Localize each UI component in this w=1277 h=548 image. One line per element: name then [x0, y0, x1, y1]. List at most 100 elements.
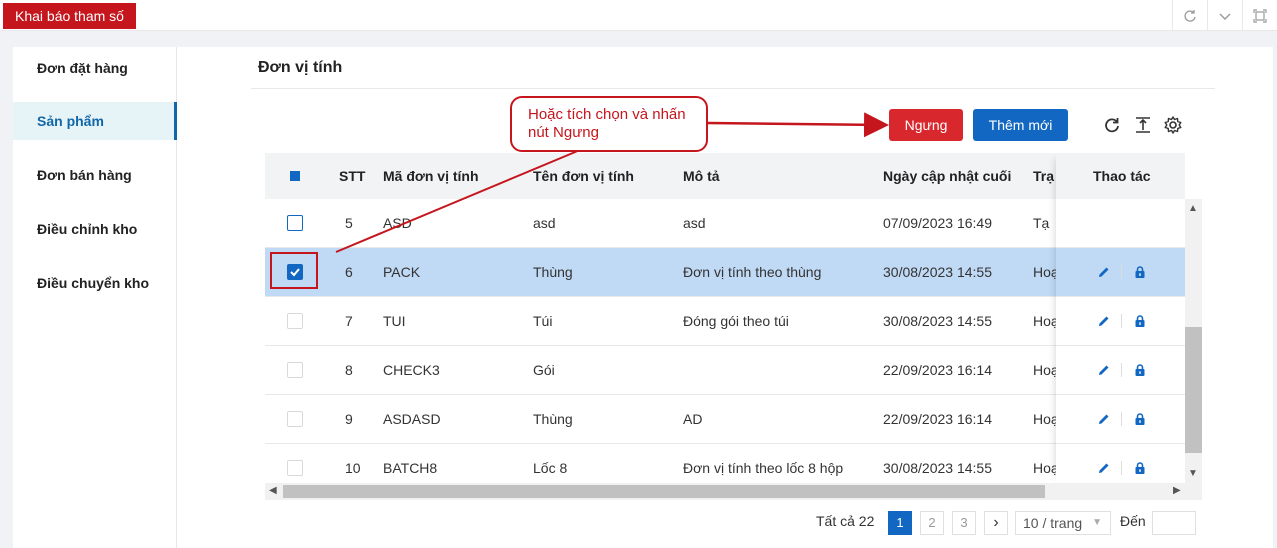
actions-column: Thao tác [1056, 153, 1184, 483]
lock-icon[interactable] [1133, 363, 1147, 377]
chevron-down-icon: ▼ [1092, 517, 1102, 528]
divider [1121, 412, 1122, 426]
lock-icon[interactable] [1133, 265, 1147, 279]
edit-icon[interactable] [1097, 461, 1111, 475]
next-page-icon[interactable]: › [984, 511, 1008, 535]
col-code: Mã đơn vị tính [383, 168, 479, 184]
cell-code: TUI [383, 313, 406, 329]
cell-status: Tạ [1033, 215, 1050, 231]
cell-code: PACK [383, 264, 421, 280]
main-panel: Đơn vị tính Ngưng Thêm mới STT Mã đơn vị… [177, 47, 1273, 548]
annotation-highlight-box [270, 252, 318, 289]
cell-status: Hoạ [1033, 362, 1059, 378]
sidebar-item-dieu-chuyen-kho[interactable]: Điều chuyển kho [13, 264, 177, 302]
cell-updated: 22/09/2023 16:14 [883, 362, 992, 378]
sidebar-item-don-dat-hang[interactable]: Đơn đặt hàng [13, 49, 177, 87]
table-row[interactable]: 8 CHECK3 Gói 22/09/2023 16:14 Hoạ [265, 346, 1185, 395]
scroll-down-icon[interactable]: ▼ [1188, 468, 1198, 479]
row-actions [1056, 248, 1184, 297]
divider [251, 88, 1215, 89]
page-2[interactable]: 2 [920, 511, 944, 535]
cell-stt: 9 [345, 411, 353, 427]
edit-icon[interactable] [1097, 314, 1111, 328]
reload-icon[interactable] [1172, 0, 1207, 31]
sidebar-item-don-ban-hang[interactable]: Đơn bán hàng [13, 156, 177, 194]
edit-icon[interactable] [1097, 363, 1111, 377]
column-height-icon[interactable] [1133, 115, 1153, 135]
horizontal-scroll-thumb[interactable] [283, 485, 1045, 498]
scroll-right-icon[interactable]: ▶ [1173, 485, 1181, 496]
cell-name: Túi [533, 313, 553, 329]
page-size-value: 10 / trang [1023, 515, 1083, 531]
row-actions [1056, 199, 1184, 248]
goto-page-input[interactable] [1152, 511, 1196, 535]
annotation-callout: Hoặc tích chọn và nhấn nút Ngưng [510, 96, 708, 152]
add-new-button[interactable]: Thêm mới [973, 109, 1068, 141]
row-actions [1056, 346, 1184, 395]
lock-icon[interactable] [1133, 314, 1147, 328]
cell-desc: Đơn vị tính theo lốc 8 hộp [683, 460, 844, 476]
pagination-total: Tất cả 22 [816, 513, 875, 529]
row-checkbox[interactable] [287, 411, 303, 427]
row-actions [1056, 395, 1184, 444]
cell-stt: 5 [345, 215, 353, 231]
sidebar-item-dieu-chinh-kho[interactable]: Điều chỉnh kho [13, 210, 177, 248]
cell-stt: 6 [345, 264, 353, 280]
vertical-scroll-thumb[interactable] [1185, 327, 1202, 453]
row-actions [1056, 297, 1184, 346]
page-size-select[interactable]: 10 / trang ▼ [1015, 511, 1111, 535]
settings-icon[interactable] [1163, 115, 1183, 135]
row-actions [1056, 444, 1184, 483]
table-row[interactable]: 7 TUI Túi Đóng gói theo túi 30/08/2023 14:55… [265, 297, 1185, 346]
cell-stt: 10 [345, 460, 361, 476]
tab-khai-bao-tham-so[interactable]: Khai báo tham số [3, 3, 136, 29]
cell-name: Thùng [533, 264, 573, 280]
select-all-checkbox[interactable] [290, 171, 300, 181]
table-row[interactable]: 6 PACK Thùng Đơn vị tính theo thùng 30/08/20… [265, 248, 1185, 297]
lock-icon[interactable] [1133, 461, 1147, 475]
page-title: Đơn vị tính [258, 59, 343, 76]
row-checkbox[interactable] [287, 215, 303, 231]
table-row[interactable]: 5 ASD asd asd 07/09/2023 16:49 Tạ [265, 199, 1185, 248]
cell-name: Thùng [533, 411, 573, 427]
cell-status: Hoạ [1033, 264, 1059, 280]
cell-desc: Đơn vị tính theo thùng [683, 264, 822, 280]
table-row[interactable]: 9 ASDASD Thùng AD 22/09/2023 16:14 Hoạ [265, 395, 1185, 444]
fullscreen-icon[interactable] [1242, 0, 1277, 31]
table-header: STT Mã đơn vị tính Tên đơn vị tính Mô tả… [265, 153, 1185, 199]
scroll-left-icon[interactable]: ◀ [269, 485, 277, 496]
cell-name: asd [533, 215, 556, 231]
cell-desc: Đóng gói theo túi [683, 313, 789, 329]
table-row[interactable]: 10 BATCH8 Lốc 8 Đơn vị tính theo lốc 8 hộp 3… [265, 444, 1185, 483]
scroll-up-icon[interactable]: ▲ [1188, 203, 1198, 214]
unit-table: STT Mã đơn vị tính Tên đơn vị tính Mô tả… [265, 153, 1185, 483]
stop-button[interactable]: Ngưng [889, 109, 963, 141]
divider [1121, 363, 1122, 377]
col-name: Tên đơn vị tính [533, 168, 634, 184]
topbar-actions [1172, 0, 1277, 31]
cell-status: Hoạ [1033, 411, 1059, 427]
cell-code: CHECK3 [383, 362, 440, 378]
row-checkbox[interactable] [287, 313, 303, 329]
edit-icon[interactable] [1097, 265, 1111, 279]
page-3[interactable]: 3 [952, 511, 976, 535]
divider [1121, 265, 1122, 279]
cell-code: ASD [383, 215, 412, 231]
cell-stt: 7 [345, 313, 353, 329]
edit-icon[interactable] [1097, 412, 1111, 426]
cell-desc: asd [683, 215, 706, 231]
cell-name: Gói [533, 362, 555, 378]
sidebar-item-san-pham[interactable]: Sản phẩm [13, 102, 177, 140]
chevron-down-icon[interactable] [1207, 0, 1242, 31]
row-checkbox[interactable] [287, 362, 303, 378]
cell-status: Hoạ [1033, 460, 1059, 476]
sidebar: Đơn đặt hàng Sản phẩm Đơn bán hàng Điều … [13, 47, 177, 548]
cell-desc: AD [683, 411, 703, 427]
page-1[interactable]: 1 [888, 511, 912, 535]
cell-stt: 8 [345, 362, 353, 378]
lock-icon[interactable] [1133, 412, 1147, 426]
cell-updated: 22/09/2023 16:14 [883, 411, 992, 427]
cell-name: Lốc 8 [533, 460, 568, 476]
refresh-icon[interactable] [1102, 115, 1122, 135]
row-checkbox[interactable] [287, 460, 303, 476]
